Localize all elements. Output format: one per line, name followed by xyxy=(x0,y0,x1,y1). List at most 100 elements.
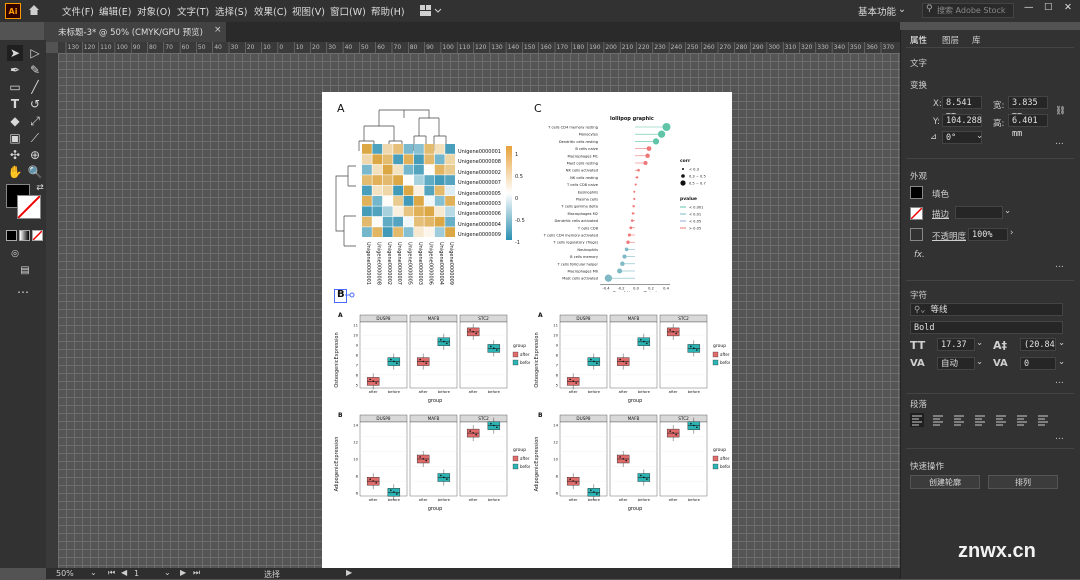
heatmap-cell xyxy=(393,164,403,175)
draw-mode-icon[interactable]: ◎ xyxy=(7,246,23,262)
none-mode-button[interactable] xyxy=(32,230,43,241)
font-size-field[interactable]: 17.37 xyxy=(937,338,975,351)
x-field[interactable]: 8.541 mm xyxy=(942,96,982,121)
prev-page-icon[interactable]: ◀ xyxy=(121,568,127,577)
tab-libraries[interactable]: 库 xyxy=(972,34,981,46)
menu-select[interactable]: 选择(S) xyxy=(215,4,247,18)
tracking-field[interactable]: 0 xyxy=(1020,357,1056,370)
arrange-documents-icon[interactable] xyxy=(420,5,442,16)
fx-button[interactable]: fx. xyxy=(914,250,925,260)
opacity-label[interactable]: 不透明度 xyxy=(932,230,966,242)
font-family-field[interactable]: ⚲⌄ 等线 xyxy=(910,303,1063,316)
next-page-icon[interactable]: ▶ xyxy=(180,568,186,577)
zoom-level[interactable]: 50% xyxy=(56,569,74,578)
more-appearance-icon[interactable]: ⋯ xyxy=(1055,262,1064,272)
puppet-warp-tool-icon[interactable]: ✣ xyxy=(7,147,23,163)
menu-view[interactable]: 视图(V) xyxy=(292,4,325,18)
gradient-tool-icon[interactable]: ▣ xyxy=(7,130,23,146)
more-character-icon[interactable]: ⋯ xyxy=(1055,378,1064,388)
justify-right-icon[interactable] xyxy=(1015,413,1029,427)
align-left-icon[interactable] xyxy=(910,413,924,427)
tracking-chevron-icon[interactable]: ⌄ xyxy=(1058,357,1065,367)
rectangle-tool-icon[interactable]: ▭ xyxy=(7,79,23,95)
opacity-chevron-icon[interactable]: › xyxy=(1010,228,1013,238)
width-field[interactable]: 3.835 mm xyxy=(1008,96,1048,121)
menu-file[interactable]: 文件(F) xyxy=(62,4,94,18)
more-paragraph-icon[interactable]: ⋯ xyxy=(1055,434,1064,444)
lollipop-category: Dendritic cells resting xyxy=(559,140,598,144)
vertical-ruler[interactable] xyxy=(46,53,58,568)
kerning-chevron-icon[interactable]: ⌄ xyxy=(976,357,983,367)
stock-search-field[interactable]: ⚲ 搜索 Adobe Stock xyxy=(922,3,1014,18)
y-field[interactable]: 104.288 xyxy=(942,114,982,127)
shape-builder-tool-icon[interactable]: ⊕ xyxy=(27,147,43,163)
eraser-tool-icon[interactable]: ◆ xyxy=(7,113,23,129)
close-window-button[interactable]: ✕ xyxy=(1064,2,1072,13)
constrain-proportions-icon[interactable]: ⛓ xyxy=(1055,106,1066,116)
y-tick: 11 xyxy=(353,322,358,327)
screen-mode-icon[interactable]: ▤ xyxy=(17,263,33,279)
align-center-icon[interactable] xyxy=(931,413,945,427)
menu-help[interactable]: 帮助(H) xyxy=(371,4,405,18)
menu-window[interactable]: 窗口(W) xyxy=(330,4,366,18)
first-page-icon[interactable]: ⏮ xyxy=(108,568,115,578)
font-style-field[interactable]: Bold xyxy=(910,321,1063,334)
paintbrush-tool-icon[interactable]: ╱ xyxy=(27,79,43,95)
leading-field[interactable]: (20.84 xyxy=(1020,338,1056,351)
home-icon[interactable] xyxy=(28,4,40,16)
stroke-weight-field[interactable] xyxy=(955,206,1003,219)
eyedropper-tool-icon[interactable]: ⟋ xyxy=(27,130,43,146)
tab-layers[interactable]: 图层 xyxy=(942,34,959,46)
rotate-tool-icon[interactable]: ↺ xyxy=(27,96,43,112)
menu-edit[interactable]: 编辑(E) xyxy=(99,4,131,18)
justify-all-icon[interactable] xyxy=(1036,413,1050,427)
document-tab[interactable]: 未标题-3* @ 50% (CMYK/GPU 预览) × xyxy=(44,22,226,42)
legend-label: before xyxy=(720,360,730,365)
fill-color-swatch[interactable] xyxy=(910,186,923,199)
pencil-tool-icon[interactable]: ✎ xyxy=(27,62,43,78)
workspace-switcher[interactable]: 基本功能 xyxy=(858,4,896,18)
maximize-button[interactable]: ☐ xyxy=(1044,2,1053,13)
more-tools-icon[interactable]: ⋯ xyxy=(15,284,31,300)
arrange-button[interactable]: 排列 xyxy=(988,475,1058,489)
artboard[interactable]: A Unigene0000001 Unigene0000008 Unigene000… xyxy=(322,92,733,568)
menu-type[interactable]: 文字(T) xyxy=(177,4,209,18)
stroke-chevron-down-icon[interactable]: ⌄ xyxy=(1004,206,1011,216)
stroke-label[interactable]: 描边 xyxy=(932,208,949,220)
menu-effect[interactable]: 效果(C) xyxy=(254,4,287,18)
angle-chevron-down-icon[interactable]: ⌄ xyxy=(976,131,983,141)
status-arrow-icon[interactable]: ▶ xyxy=(346,568,352,577)
horizontal-ruler[interactable]: 130 120 110 100 90 80 70 60 50 40 30 20 10 0 10 20 30 40 5… xyxy=(58,42,900,53)
selection-handle[interactable] xyxy=(345,292,355,298)
gradient-mode-button[interactable] xyxy=(19,230,30,241)
color-mode-button[interactable] xyxy=(6,230,17,241)
zoom-chevron-down-icon[interactable]: ⌄ xyxy=(90,568,97,577)
justify-left-icon[interactable] xyxy=(973,413,987,427)
create-outlines-button[interactable]: 创建轮廓 xyxy=(910,475,980,489)
type-tool-icon[interactable]: T xyxy=(7,96,23,112)
font-size-chevron-icon[interactable]: ⌄ xyxy=(976,338,983,348)
page-number[interactable]: 1 xyxy=(134,569,139,578)
last-page-icon[interactable]: ⏭ xyxy=(193,568,200,578)
direct-selection-tool-icon[interactable]: ▷ xyxy=(27,45,43,61)
align-right-icon[interactable] xyxy=(952,413,966,427)
selection-tool-icon[interactable]: ➤ xyxy=(7,45,23,61)
minimize-button[interactable]: — xyxy=(1024,2,1034,13)
leading-chevron-icon[interactable]: ⌄ xyxy=(1058,338,1065,348)
height-field[interactable]: 6.401 mm xyxy=(1008,114,1048,139)
kerning-field[interactable]: 自动 xyxy=(937,357,975,370)
justify-center-icon[interactable] xyxy=(994,413,1008,427)
page-chevron-down-icon[interactable]: ⌄ xyxy=(164,568,171,577)
pen-tool-icon[interactable]: ✒ xyxy=(7,62,23,78)
zoom-tool-icon[interactable]: 🔍 xyxy=(27,164,43,180)
close-tab-button[interactable]: × xyxy=(214,25,222,35)
stroke-color-swatch[interactable] xyxy=(910,207,923,220)
menu-object[interactable]: 对象(O) xyxy=(137,4,171,18)
more-transform-icon[interactable]: ⋯ xyxy=(1055,139,1064,149)
tab-properties[interactable]: 属性 xyxy=(910,34,927,46)
stroke-swatch[interactable] xyxy=(17,195,41,219)
opacity-field[interactable]: 100% xyxy=(968,228,1008,241)
hand-tool-icon[interactable]: ✋ xyxy=(7,164,23,180)
scale-tool-icon[interactable]: ⤢ xyxy=(27,113,43,129)
box-point xyxy=(672,432,674,434)
